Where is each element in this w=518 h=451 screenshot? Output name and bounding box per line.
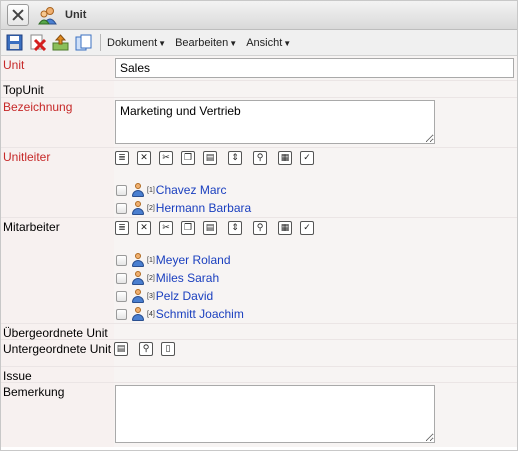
bezeichnung-label: Bezeichnung: [1, 98, 114, 147]
copy-icon[interactable]: ❐: [181, 151, 195, 165]
list-item: [1] Meyer Roland: [116, 251, 517, 269]
issue-value[interactable]: [114, 367, 517, 382]
topunit-value[interactable]: [114, 81, 517, 97]
title-bar: Unit: [1, 1, 517, 30]
paste-icon[interactable]: ▤: [203, 151, 217, 165]
copy-icon[interactable]: [75, 34, 92, 51]
person-link[interactable]: Hermann Barbara: [156, 201, 251, 215]
unit-input[interactable]: [115, 58, 514, 78]
person-icon: [131, 253, 145, 267]
person-checkbox[interactable]: [116, 202, 127, 214]
issue-label: Issue: [1, 367, 114, 383]
bezeichnung-textarea[interactable]: Marketing und Vertrieb: [115, 100, 435, 144]
row-bezeichnung: Bezeichnung Marketing und Vertrieb: [1, 98, 517, 148]
sort-icon[interactable]: ⇕: [228, 221, 242, 235]
delete-icon[interactable]: [29, 34, 47, 52]
cut-icon[interactable]: ✂: [159, 151, 173, 165]
unit-label: Unit: [1, 56, 114, 80]
select-all-icon[interactable]: ≣: [115, 221, 129, 235]
select-all-icon[interactable]: ≣: [115, 151, 129, 165]
person-link[interactable]: Chavez Marc: [156, 183, 227, 197]
close-icon[interactable]: [7, 4, 29, 26]
menu-ansicht[interactable]: Ansicht▼: [246, 37, 291, 49]
person-checkbox[interactable]: [116, 254, 127, 266]
unitleiter-label: Unitleiter: [1, 148, 114, 217]
window-title: Unit: [65, 9, 87, 21]
confirm-icon[interactable]: ✓: [300, 151, 314, 165]
row-unit: Unit: [1, 56, 517, 81]
row-mitarbeiter: Mitarbeiter ≣ ✕ ✂ ❐ ▤ ⇕ ⚲ ▦ ✓ [1] Meyer …: [1, 218, 517, 324]
person-icon: [131, 201, 145, 215]
toolbar-separator: [100, 34, 101, 51]
row-issue: Issue: [1, 367, 517, 383]
list-item: [2] Miles Sarah: [116, 269, 517, 287]
sort-icon[interactable]: ⇕: [228, 151, 242, 165]
person-link[interactable]: Schmitt Joachim: [156, 307, 244, 321]
bemerkung-label: Bemerkung: [1, 383, 114, 447]
paste-icon[interactable]: ▤: [114, 342, 128, 356]
list-item: [3] Pelz David: [116, 287, 517, 305]
person-icon: [131, 271, 145, 285]
unitleiter-actions: ≣ ✕ ✂ ❐ ▤ ⇕ ⚲ ▦ ✓: [115, 149, 517, 167]
paste-icon[interactable]: ▤: [203, 221, 217, 235]
uebergeordnete-label: Übergeordnete Unit: [1, 324, 114, 340]
search-icon[interactable]: ⚲: [139, 342, 153, 356]
unit-window: Unit Dokument▼ Bearbeiten▼ Ansicht▼ Unit…: [0, 0, 518, 451]
person-checkbox[interactable]: [116, 290, 127, 302]
uebergeordnete-value[interactable]: [114, 324, 517, 339]
person-icon: [131, 289, 145, 303]
remove-icon[interactable]: ✕: [137, 151, 151, 165]
person-checkbox[interactable]: [116, 184, 127, 196]
list-item: [1] Chavez Marc: [116, 181, 517, 199]
new-document-icon[interactable]: ▯: [161, 342, 175, 356]
menu-dokument[interactable]: Dokument▼: [107, 37, 166, 49]
untergeordnete-label: Untergeordnete Unit: [1, 340, 114, 366]
untergeordnete-actions: ▤ ⚲ ▯: [114, 342, 517, 356]
cut-icon[interactable]: ✂: [159, 221, 173, 235]
search-icon[interactable]: ⚲: [253, 221, 267, 235]
mitarbeiter-label: Mitarbeiter: [1, 218, 114, 323]
row-bemerkung: Bemerkung: [1, 383, 517, 447]
list-item: [2] Hermann Barbara: [116, 199, 517, 217]
remove-icon[interactable]: ✕: [137, 221, 151, 235]
unit-app-icon: [38, 5, 58, 25]
upload-icon[interactable]: [52, 34, 69, 51]
person-checkbox[interactable]: [116, 308, 127, 320]
person-icon: [131, 183, 145, 197]
menu-bearbeiten[interactable]: Bearbeiten▼: [175, 37, 237, 49]
confirm-icon[interactable]: ✓: [300, 221, 314, 235]
row-uebergeordnete: Übergeordnete Unit: [1, 324, 517, 340]
person-checkbox[interactable]: [116, 272, 127, 284]
print-icon[interactable]: ▦: [278, 151, 292, 165]
row-untergeordnete: Untergeordnete Unit ▤ ⚲ ▯: [1, 340, 517, 367]
row-topunit: TopUnit: [1, 81, 517, 98]
person-link[interactable]: Miles Sarah: [156, 271, 219, 285]
topunit-label: TopUnit: [1, 81, 114, 97]
copy-icon[interactable]: ❐: [181, 221, 195, 235]
bemerkung-textarea[interactable]: [115, 385, 435, 443]
person-link[interactable]: Pelz David: [156, 289, 213, 303]
mitarbeiter-actions: ≣ ✕ ✂ ❐ ▤ ⇕ ⚲ ▦ ✓: [115, 219, 517, 237]
search-icon[interactable]: ⚲: [253, 151, 267, 165]
row-unitleiter: Unitleiter ≣ ✕ ✂ ❐ ▤ ⇕ ⚲ ▦ ✓ [1] Chavez …: [1, 148, 517, 218]
person-link[interactable]: Meyer Roland: [156, 253, 231, 267]
person-icon: [131, 307, 145, 321]
print-icon[interactable]: ▦: [278, 221, 292, 235]
list-item: [4] Schmitt Joachim: [116, 305, 517, 323]
save-icon[interactable]: [6, 34, 23, 51]
toolbar: Dokument▼ Bearbeiten▼ Ansicht▼: [1, 30, 517, 56]
